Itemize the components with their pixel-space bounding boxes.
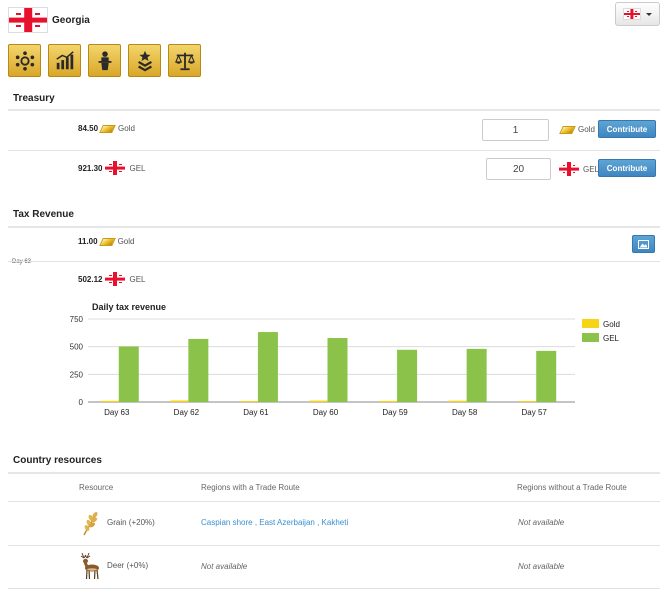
- georgia-flag-icon: [105, 272, 126, 286]
- bar-gold: [239, 401, 260, 402]
- gold-bar-icon: [559, 125, 576, 134]
- bar-gel: [118, 346, 139, 402]
- daily-tax-revenue-chart: Daily tax revenue 0 250 500 750 Day 63 Day 62 D…: [55, 296, 664, 426]
- contribute-gel-button[interactable]: Contribute: [598, 159, 656, 177]
- country-toolbar: [8, 44, 201, 77]
- justice-button[interactable]: [168, 44, 201, 77]
- resource-column-header: Resource: [79, 483, 114, 492]
- tax-day-label: Day 63: [12, 259, 32, 265]
- justice-scales-icon: [174, 52, 195, 70]
- show-chart-button[interactable]: [632, 235, 655, 253]
- no-trade-route-regions: Not available: [518, 562, 565, 571]
- y-tick-label: 250: [70, 370, 84, 379]
- region-link[interactable]: Kakheti: [322, 518, 349, 527]
- tax-revenue-title: Tax Revenue: [13, 209, 74, 220]
- divider: [8, 226, 660, 228]
- bar-gold: [100, 400, 121, 402]
- bar-gel: [536, 350, 557, 402]
- military-button[interactable]: [128, 44, 161, 77]
- gold-bar-icon: [98, 237, 116, 246]
- bar-gold: [170, 400, 191, 402]
- gold-contribute-input[interactable]: [482, 119, 549, 141]
- president-button[interactable]: [88, 44, 121, 77]
- government-button[interactable]: [8, 44, 41, 77]
- trade-route-regions: Caspian shore , East Azerbaijan , Kakhet…: [201, 518, 348, 527]
- x-tick-label: Day 59: [382, 408, 408, 417]
- y-tick-label: 750: [70, 315, 84, 324]
- divider: [8, 150, 660, 151]
- region-link[interactable]: East Azerbaijan: [259, 518, 315, 527]
- treasury-gold-amount: 84.50 Gold: [78, 124, 135, 133]
- bar-gold: [379, 400, 400, 402]
- chart-svg: Daily tax revenue 0 250 500 750 Day 63 Day 62 D…: [70, 302, 620, 417]
- country-name: Georgia: [52, 14, 90, 26]
- gold-input-unit: Gold: [559, 125, 595, 134]
- x-tick-label: Day 61: [243, 408, 269, 417]
- economy-chart-icon: [55, 50, 74, 69]
- bar-gel: [257, 332, 278, 402]
- x-tick-label: Day 63: [104, 408, 130, 417]
- resource-name: Deer (+0%): [107, 561, 149, 570]
- x-tick-label: Day 58: [452, 408, 478, 417]
- divider: [8, 261, 660, 262]
- with-route-column-header: Regions with a Trade Route: [201, 483, 300, 492]
- bar-gel: [397, 349, 418, 402]
- divider: [8, 109, 660, 111]
- no-trade-route-regions: Not available: [518, 518, 565, 527]
- treasury-title: Treasury: [13, 93, 55, 104]
- legend-label: Gold: [603, 320, 620, 329]
- divider: [8, 472, 660, 474]
- x-tick-label: Day 57: [522, 408, 548, 417]
- without-route-column-header: Regions without a Trade Route: [517, 483, 627, 492]
- government-icon: [15, 50, 34, 71]
- deer-icon: [80, 552, 99, 580]
- country-selector-dropdown[interactable]: [615, 2, 660, 26]
- bar-gel: [466, 348, 487, 402]
- caret-down-icon: [646, 12, 652, 16]
- trade-route-regions: Not available: [201, 562, 248, 571]
- image-icon: [638, 239, 649, 249]
- bar-gel: [188, 338, 209, 402]
- georgia-flag-icon: [105, 161, 126, 175]
- georgia-flag-icon: [559, 162, 579, 176]
- grain-icon: [83, 511, 98, 536]
- tax-gel-amount: 502.12 GEL: [78, 272, 145, 286]
- x-tick-label: Day 60: [313, 408, 339, 417]
- contribute-gold-button[interactable]: Contribute: [598, 120, 656, 138]
- x-tick-label: Day 62: [174, 408, 200, 417]
- gel-contribute-input[interactable]: [486, 158, 551, 180]
- military-rank-icon: [137, 50, 152, 71]
- y-tick-label: 0: [79, 398, 84, 407]
- divider: [8, 501, 660, 502]
- bar-gold: [309, 400, 330, 402]
- bar-gel: [327, 338, 348, 402]
- region-link[interactable]: Caspian shore: [201, 518, 253, 527]
- bar-gold: [448, 400, 469, 402]
- georgia-flag-icon: [623, 8, 641, 20]
- divider: [8, 545, 660, 546]
- legend-swatch-gold: [582, 319, 599, 328]
- legend-label: GEL: [603, 334, 620, 343]
- resource-name: Grain (+20%): [107, 518, 155, 527]
- economy-button[interactable]: [48, 44, 81, 77]
- treasury-gel-amount: 921.30 GEL: [78, 161, 145, 175]
- country-header: Georgia: [8, 7, 90, 33]
- president-icon: [98, 50, 111, 70]
- georgia-flag-icon: [8, 7, 48, 33]
- gold-bar-icon: [99, 124, 116, 133]
- region-separator: ,: [314, 518, 322, 527]
- y-tick-label: 500: [70, 343, 84, 352]
- resources-title: Country resources: [13, 455, 102, 466]
- legend-swatch-gel: [582, 333, 599, 342]
- gel-input-unit: GEL: [559, 162, 599, 176]
- divider: [8, 588, 660, 589]
- bar-gold: [518, 401, 539, 402]
- chart-title: Daily tax revenue: [92, 302, 166, 312]
- tax-gold-amount: 11.00 Gold: [78, 237, 135, 246]
